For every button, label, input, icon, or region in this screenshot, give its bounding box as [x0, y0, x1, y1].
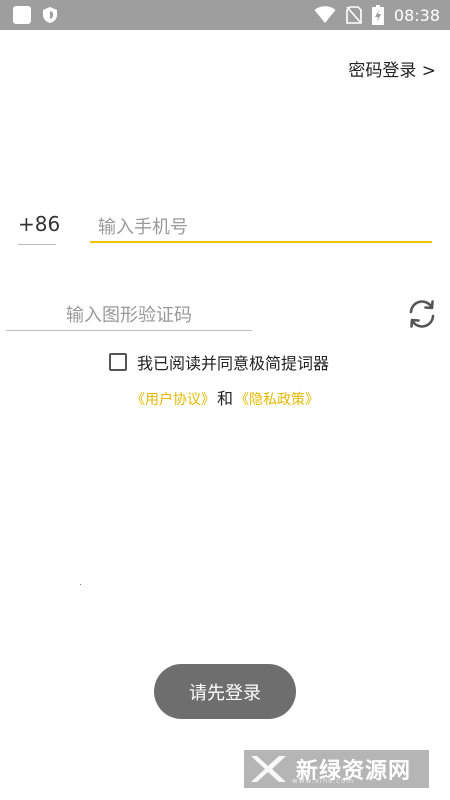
shield-icon: [43, 7, 57, 23]
logo-icon: [251, 756, 286, 782]
app-icon: [13, 6, 31, 24]
country-code[interactable]: +86: [18, 212, 60, 245]
phone-input[interactable]: [90, 213, 432, 243]
watermark-sub: www.xlhs.com: [292, 777, 355, 785]
status-bar: 08:38: [0, 0, 450, 30]
privacy-policy-link[interactable]: 《隐私政策》: [235, 392, 319, 408]
status-time: 08:38: [393, 5, 440, 25]
agreement-links: 《用户协议》和《隐私政策》: [0, 385, 450, 409]
password-login-link[interactable]: 密码登录 >: [348, 56, 436, 81]
agreement-text: 我已阅读并同意极简提词器: [137, 354, 330, 373]
and-text: 和: [216, 389, 233, 408]
watermark: 新绿资源网 www.xlhs.com: [244, 750, 429, 788]
wifi-icon: [314, 6, 336, 23]
toast-message: 请先登录: [154, 664, 296, 719]
stray-dot: [80, 584, 81, 585]
refresh-icon[interactable]: [406, 298, 438, 330]
agreement-row: 我已阅读并同意极简提词器: [109, 350, 329, 374]
status-left: [12, 5, 58, 25]
no-sim-icon: [346, 6, 362, 24]
status-right: 08:38: [314, 0, 440, 30]
captcha-input[interactable]: [6, 300, 252, 331]
agreement-checkbox[interactable]: [109, 353, 127, 371]
user-agreement-link[interactable]: 《用户协议》: [131, 392, 215, 408]
battery-icon: [371, 5, 384, 25]
